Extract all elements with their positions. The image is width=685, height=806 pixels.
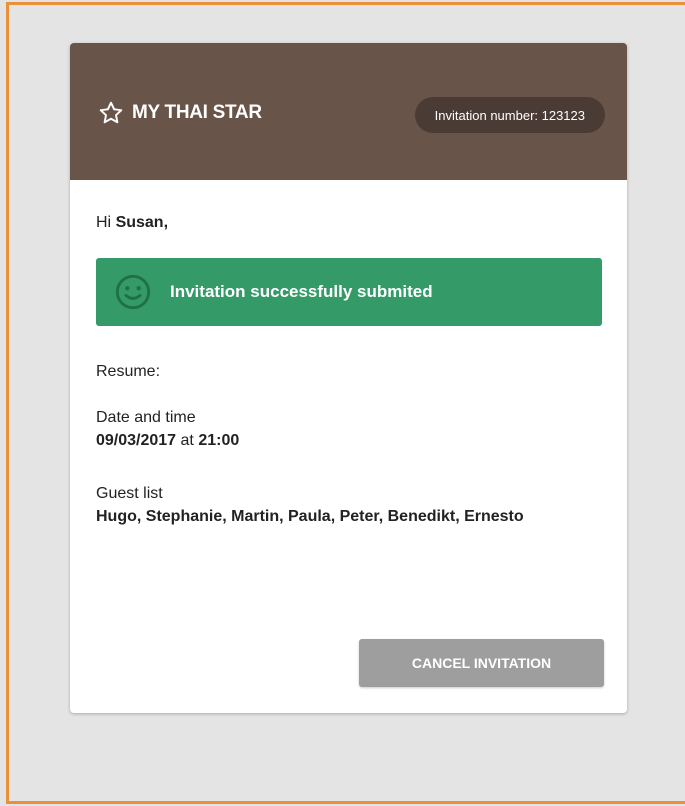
date-time-value: 09/03/2017 at 21:00 (96, 432, 239, 450)
reservation-time: 21:00 (198, 432, 240, 449)
invitation-card: MY THAI STAR Invitation number: 123123 H… (70, 43, 627, 713)
star-outline-icon (99, 101, 123, 124)
greeting: Hi Susan, (96, 214, 168, 232)
smiley-icon (115, 274, 151, 310)
success-alert: Invitation successfully submited (96, 258, 602, 326)
success-message: Invitation successfully submited (170, 282, 433, 301)
date-time-connector: at (176, 432, 199, 449)
card-header: MY THAI STAR Invitation number: 123123 (70, 43, 627, 180)
brand-name: MY THAI STAR (132, 102, 262, 123)
greeting-prefix: Hi (96, 214, 116, 231)
cancel-invitation-button[interactable]: CANCEL INVITATION (359, 639, 604, 687)
reservation-date: 09/03/2017 (96, 432, 177, 449)
resume-label: Resume: (96, 363, 161, 380)
card-body: Hi Susan, Invitation successfully submit… (70, 180, 627, 713)
guest-name: Susan, (115, 214, 169, 231)
invitation-number-badge: Invitation number: 123123 (414, 97, 605, 133)
date-time-label: Date and time (96, 409, 196, 426)
guest-list-label: Guest list (96, 485, 163, 502)
guest-list-value: Hugo, Stephanie, Martin, Paula, Peter, B… (96, 508, 524, 525)
brand: MY THAI STAR (98, 100, 262, 126)
